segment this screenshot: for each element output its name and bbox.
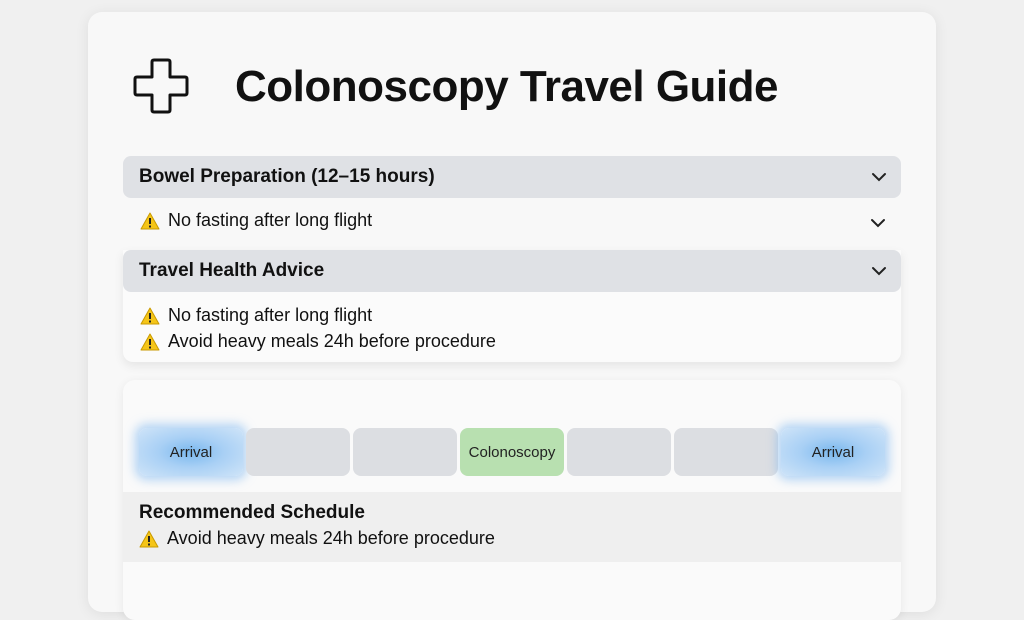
chevron-down-icon	[872, 267, 886, 276]
list-item: No fasting after long flight	[140, 305, 372, 326]
schedule-section: Recommended Schedule Avoid heavy meals 2…	[123, 492, 901, 562]
timeline-cell-arrival[interactable]: Arrival	[139, 428, 243, 476]
warning-icon	[139, 530, 159, 547]
timeline-cell[interactable]	[246, 428, 350, 476]
chevron-down-icon[interactable]	[870, 218, 886, 228]
guide-card: Colonoscopy Travel Guide Bowel Preparati…	[88, 12, 936, 620]
chevron-down-icon	[872, 173, 886, 182]
section-header-bowel-preparation[interactable]: Bowel Preparation (12–15 hours)	[123, 156, 901, 198]
schedule-title: Recommended Schedule	[139, 502, 365, 523]
timeline-cell[interactable]	[353, 428, 457, 476]
item-text: Avoid heavy meals 24h before procedure	[168, 331, 496, 351]
timeline-cell-arrival[interactable]: Arrival	[781, 428, 885, 476]
list-item: Avoid heavy meals 24h before procedure	[140, 331, 496, 352]
section-title: Travel Health Advice	[139, 260, 325, 281]
item-text: No fasting after long flight	[168, 210, 373, 230]
section-header-travel-health[interactable]: Travel Health Advice	[123, 250, 901, 292]
item-text: Avoid heavy meals 24h before procedure	[167, 528, 495, 548]
timeline-cell-colonoscopy[interactable]: Colonoscopy	[460, 428, 564, 476]
warning-icon	[140, 307, 160, 324]
travel-health-panel: Travel Health Advice No fasting after lo…	[123, 250, 901, 362]
medical-cross-icon	[133, 58, 189, 114]
warning-icon	[140, 212, 160, 229]
warning-icon	[140, 333, 160, 350]
timeline-cell[interactable]	[567, 428, 671, 476]
list-item: No fasting after long flight	[140, 210, 372, 231]
item-text: No fasting after long flight	[168, 305, 373, 325]
timeline: Arrival Colonoscopy Arrival	[139, 428, 885, 476]
timeline-card: Arrival Colonoscopy Arrival Recommended …	[123, 380, 901, 620]
page-title: Colonoscopy Travel Guide	[235, 62, 779, 111]
section-title: Bowel Preparation (12–15 hours)	[139, 166, 435, 187]
timeline-cell[interactable]	[674, 428, 778, 476]
list-item: Avoid heavy meals 24h before procedure	[139, 528, 495, 549]
header	[132, 56, 190, 116]
